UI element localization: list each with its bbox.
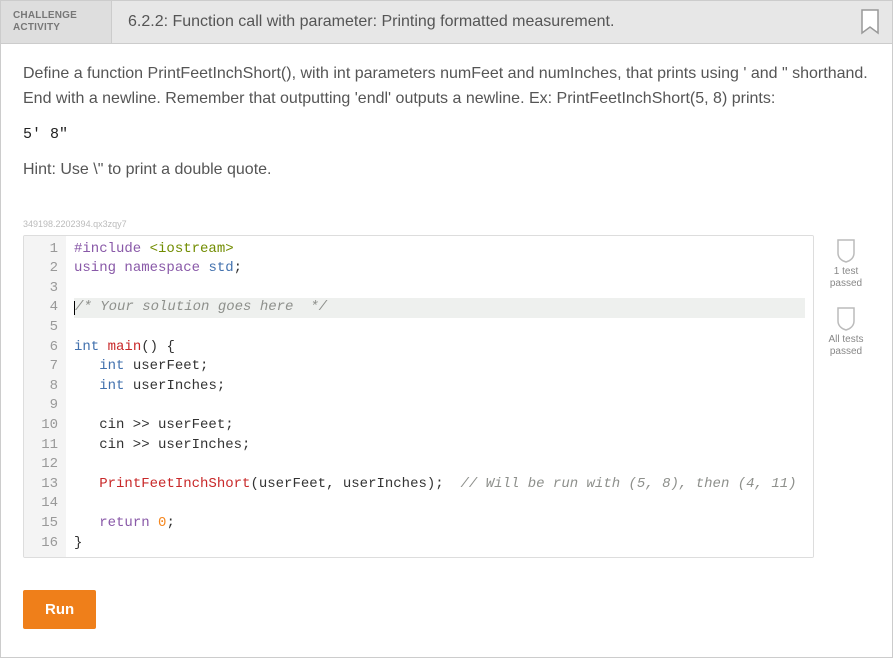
header-badge: CHALLENGE ACTIVITY — [1, 1, 112, 43]
example-output: 5' 8" — [23, 126, 870, 143]
instructions-text: Define a function PrintFeetInchShort(), … — [23, 62, 870, 112]
one-test-label: 1 test passed — [830, 266, 862, 291]
one-test-passed-badge: 1 test passed — [822, 239, 870, 291]
footer: Run — [1, 568, 892, 657]
line-number-gutter: 12345678910111213141516 — [24, 236, 66, 558]
header: CHALLENGE ACTIVITY 6.2.2: Function call … — [1, 1, 892, 44]
code-editor[interactable]: 12345678910111213141516 #include <iostre… — [23, 235, 814, 559]
header-badge-line2: ACTIVITY — [13, 22, 99, 35]
code-area[interactable]: #include <iostream>using namespace std;/… — [66, 236, 813, 558]
run-button[interactable]: Run — [23, 590, 96, 629]
bookmark-button[interactable] — [850, 1, 892, 43]
content-body: Define a function PrintFeetInchShort(), … — [1, 44, 892, 568]
hint-text: Hint: Use \" to print a double quote. — [23, 161, 870, 179]
all-tests-passed-badge: All tests passed — [822, 307, 870, 359]
header-title: 6.2.2: Function call with parameter: Pri… — [112, 1, 850, 43]
watermark-id: 349198.2202394.qx3zqy7 — [23, 219, 870, 229]
editor-row: 12345678910111213141516 #include <iostre… — [23, 235, 870, 559]
shield-icon — [836, 307, 856, 331]
badge-column: 1 test passed All tests passed — [822, 235, 870, 359]
all-tests-label: All tests passed — [828, 334, 863, 359]
shield-icon — [836, 239, 856, 263]
bookmark-icon — [860, 9, 880, 35]
header-badge-line1: CHALLENGE — [13, 10, 99, 23]
challenge-activity-container: CHALLENGE ACTIVITY 6.2.2: Function call … — [0, 0, 893, 658]
